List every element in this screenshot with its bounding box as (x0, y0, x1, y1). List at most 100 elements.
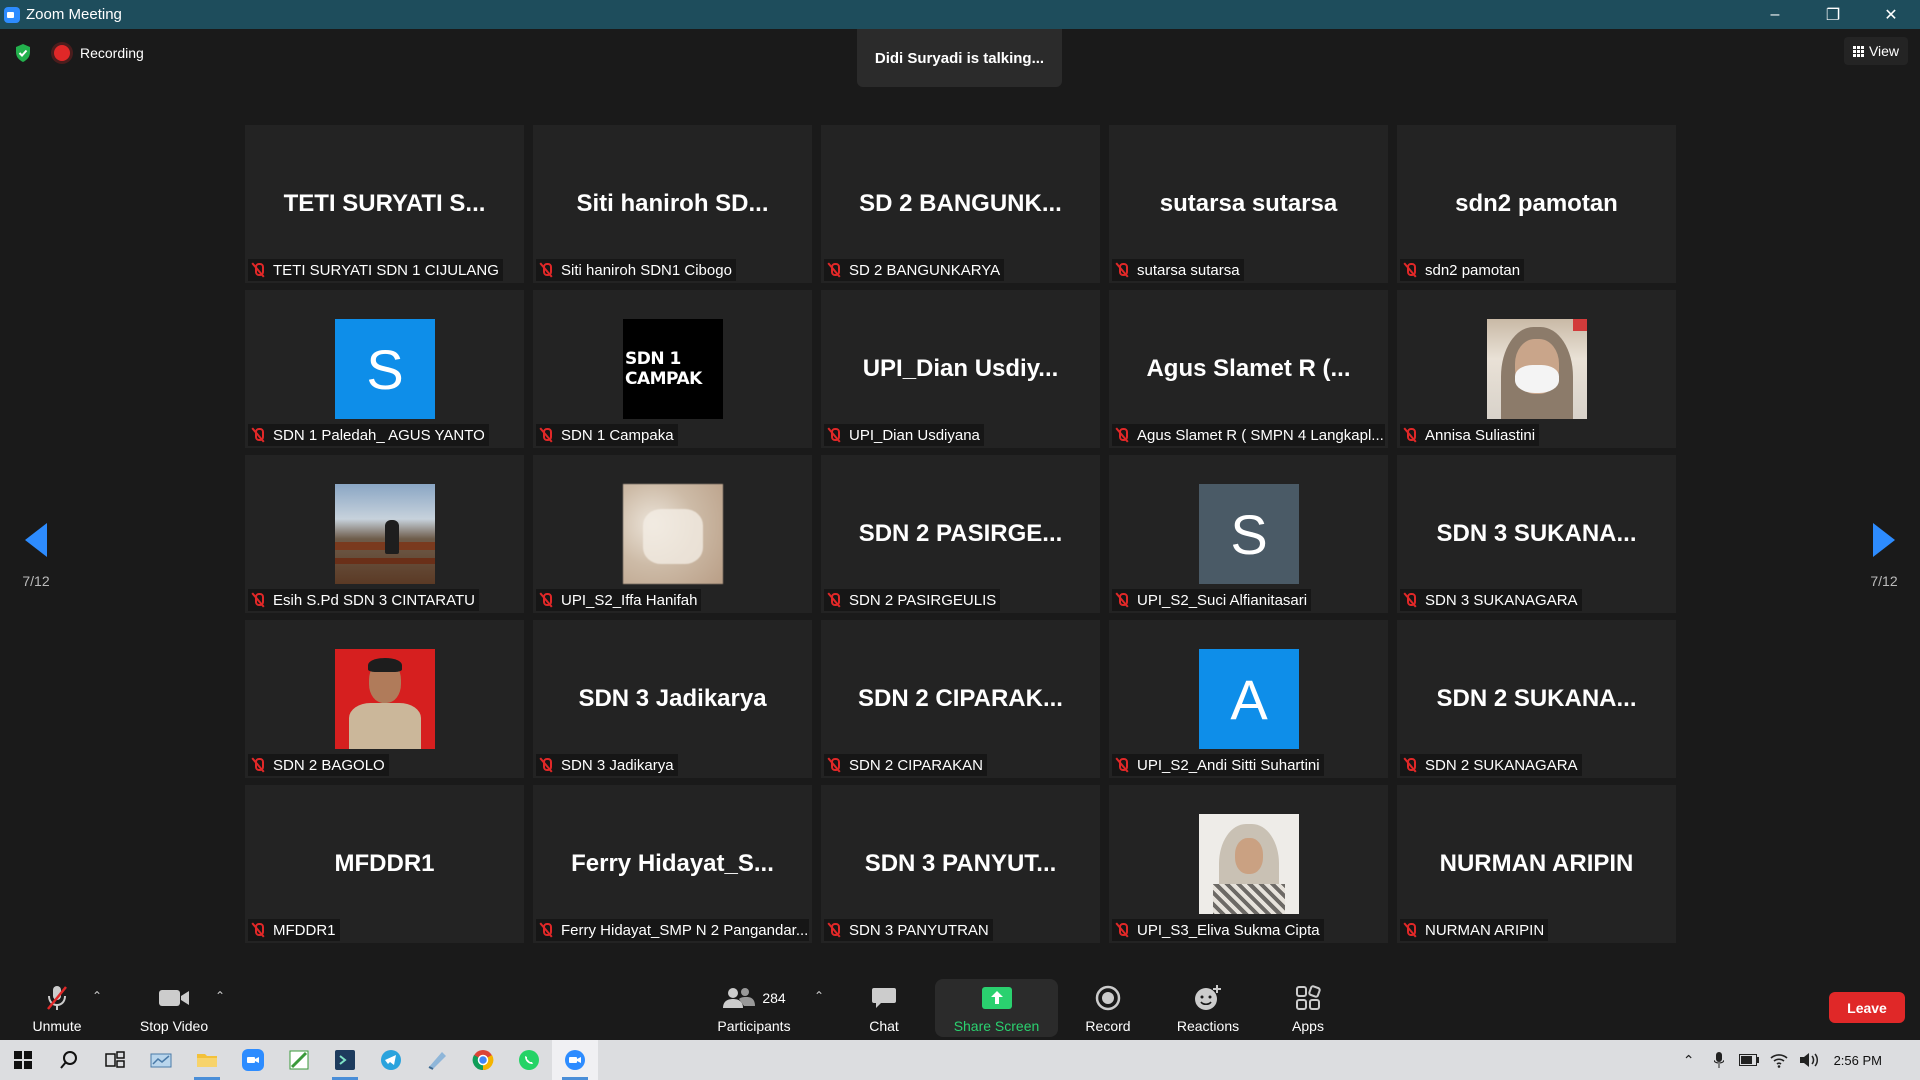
windows-start-icon[interactable] (0, 1040, 46, 1080)
chrome-icon[interactable] (460, 1040, 506, 1080)
telegram-icon[interactable] (368, 1040, 414, 1080)
battery-icon[interactable] (1734, 1054, 1764, 1066)
participant-name-label: SDN 2 PASIRGEULIS (824, 589, 1001, 611)
participants-count: 284 (762, 990, 786, 1006)
volume-icon[interactable] (1794, 1052, 1824, 1068)
window-controls: – ❐ ✕ (1746, 0, 1920, 29)
participant-tile[interactable]: sdn2 pamotan sdn2 pamotan (1397, 125, 1676, 283)
file-explorer-icon[interactable] (184, 1040, 230, 1080)
participant-name: Esih S.Pd SDN 3 CINTARATU (273, 591, 475, 609)
participant-tile[interactable]: S UPI_S2_Suci Alfianitasari (1109, 455, 1388, 613)
participant-tile[interactable]: SDN 2 BAGOLO (245, 620, 524, 778)
microphone-muted-icon (1403, 757, 1417, 773)
participant-tile[interactable]: Agus Slamet R (... Agus Slamet R ( SMPN 4… (1109, 290, 1388, 448)
weather-widget-icon[interactable] (138, 1040, 184, 1080)
participant-name: sdn2 pamotan (1425, 261, 1521, 279)
participant-tile[interactable]: NURMAN ARIPIN NURMAN ARIPIN (1397, 785, 1676, 943)
notepad-plus-icon[interactable] (276, 1040, 322, 1080)
share-screen-label: Share Screen (953, 1018, 1040, 1034)
taskbar-clock[interactable]: 2:56 PM (1834, 1053, 1882, 1068)
window-title: Zoom Meeting (26, 6, 122, 23)
participant-tile[interactable]: MFDDR1 MFDDR1 (245, 785, 524, 943)
next-page-button[interactable]: 7/12 (1854, 515, 1914, 625)
participant-tile[interactable]: Ferry Hidayat_S... Ferry Hidayat_SMP N 2 … (533, 785, 812, 943)
system-tray: ⌃ 2:56 PM (1674, 1040, 1920, 1080)
zoom-taskbar-icon[interactable] (230, 1040, 276, 1080)
record-button[interactable]: Record (1080, 975, 1136, 1040)
participant-tile[interactable]: SDN 2 CIPARAK... SDN 2 CIPARAKAN (821, 620, 1100, 778)
search-icon[interactable] (46, 1040, 92, 1080)
participants-options-caret-icon[interactable]: ⌃ (814, 989, 824, 1003)
tray-microphone-icon[interactable] (1704, 1052, 1734, 1068)
participant-name-label: sutarsa sutarsa (1112, 259, 1244, 281)
participant-tile[interactable]: UPI_S3_Eliva Sukma Cipta (1109, 785, 1388, 943)
apps-button[interactable]: Apps (1285, 975, 1331, 1040)
participant-tile[interactable]: SDN 3 Jadikarya SDN 3 Jadikarya (533, 620, 812, 778)
participant-tile[interactable]: SDN 2 PASIRGE... SDN 2 PASIRGEULIS (821, 455, 1100, 613)
minimize-icon[interactable]: – (1746, 0, 1804, 29)
encryption-shield-icon[interactable] (14, 43, 32, 63)
active-speaker-banner: Didi Suryadi is talking... (857, 29, 1062, 87)
meeting-toolbar: Unmute ⌃ Stop Video ⌃ 284 Participants ⌃… (0, 975, 1920, 1040)
wifi-icon[interactable] (1764, 1052, 1794, 1068)
participant-tile[interactable]: SDN 1 CAMPAK SDN 1 Campaka (533, 290, 812, 448)
participant-tile[interactable]: Esih S.Pd SDN 3 CINTARATU (245, 455, 524, 613)
participant-name-label: NURMAN ARIPIN (1400, 919, 1549, 941)
participant-name: UPI_S3_Eliva Sukma Cipta (1137, 921, 1320, 939)
video-options-caret-icon[interactable]: ⌃ (215, 989, 225, 1003)
microphone-muted-icon (44, 984, 70, 1012)
recording-label[interactable]: Recording (80, 45, 144, 61)
tray-overflow-chevron-icon[interactable]: ⌃ (1674, 1052, 1704, 1069)
participant-tile[interactable]: SDN 3 SUKANA... SDN 3 SUKANAGARA (1397, 455, 1676, 613)
task-view-icon[interactable] (92, 1040, 138, 1080)
participant-avatar-letter: S (1199, 484, 1299, 584)
participant-tile[interactable]: S SDN 1 Paledah_ AGUS YANTO (245, 290, 524, 448)
participant-tile[interactable]: Siti haniroh SD... Siti haniroh SDN1 Cibo… (533, 125, 812, 283)
unmute-button[interactable]: Unmute (27, 975, 87, 1040)
windows-taskbar: ⌃ 2:56 PM (0, 1040, 1920, 1080)
participant-tile[interactable]: UPI_S2_Iffa Hanifah (533, 455, 812, 613)
reactions-button[interactable]: Reactions (1172, 975, 1244, 1040)
participant-photo (1199, 814, 1299, 914)
participant-name-label: UPI_S2_Iffa Hanifah (536, 589, 702, 611)
zoom-meeting-taskbar-icon[interactable] (552, 1040, 598, 1080)
chat-label: Chat (869, 1018, 899, 1034)
participant-name-label: Esih S.Pd SDN 3 CINTARATU (248, 589, 479, 611)
participant-name: UPI_Dian Usdiyana (849, 426, 980, 444)
participant-name-label: sdn2 pamotan (1400, 259, 1525, 281)
title-bar: Zoom Meeting – ❐ ✕ (0, 0, 1920, 29)
participant-photo (623, 484, 723, 584)
participant-tile[interactable]: A UPI_S2_Andi Sitti Suhartini (1109, 620, 1388, 778)
participant-tile[interactable]: SDN 3 PANYUT... SDN 3 PANYUTRAN (821, 785, 1100, 943)
whatsapp-icon[interactable] (506, 1040, 552, 1080)
participants-button[interactable]: 284 Participants (710, 975, 798, 1040)
participant-tile[interactable]: SDN 2 SUKANA... SDN 2 SUKANAGARA (1397, 620, 1676, 778)
participant-tile[interactable]: SD 2 BANGUNK... SD 2 BANGUNKARYA (821, 125, 1100, 283)
microphone-muted-icon (251, 592, 265, 608)
participant-name-label: SDN 3 SUKANAGARA (1400, 589, 1582, 611)
participant-tile[interactable]: TETI SURYATI S... TETI SURYATI SDN 1 CIJU… (245, 125, 524, 283)
participant-name-label: UPI_S3_Eliva Sukma Cipta (1112, 919, 1324, 941)
notes-app-icon[interactable] (414, 1040, 460, 1080)
view-button[interactable]: View (1844, 37, 1908, 65)
audio-options-caret-icon[interactable]: ⌃ (92, 989, 102, 1003)
participant-name: UPI_S2_Andi Sitti Suhartini (1137, 756, 1320, 774)
participant-name: Annisa Suliastini (1425, 426, 1536, 444)
powershell-icon[interactable] (322, 1040, 368, 1080)
recording-dot-icon[interactable] (54, 45, 70, 61)
participant-tile[interactable]: UPI_Dian Usdiy... UPI_Dian Usdiyana (821, 290, 1100, 448)
previous-page-button[interactable]: 7/12 (6, 515, 66, 625)
stop-video-button[interactable]: Stop Video (134, 975, 214, 1040)
chat-button[interactable]: Chat (860, 975, 908, 1040)
leave-button[interactable]: Leave (1829, 992, 1905, 1023)
video-grid: TETI SURYATI S... TETI SURYATI SDN 1 CIJU… (245, 125, 1676, 943)
participant-tile[interactable]: Annisa Suliastini (1397, 290, 1676, 448)
share-screen-content[interactable]: Share Screen (935, 975, 1058, 1040)
close-icon[interactable]: ✕ (1862, 0, 1920, 29)
participants-label: Participants (717, 1018, 791, 1034)
meeting-status: Recording (14, 43, 144, 63)
participant-avatar-letter: S (335, 319, 435, 419)
restore-icon[interactable]: ❐ (1804, 0, 1862, 29)
participant-tile[interactable]: sutarsa sutarsa sutarsa sutarsa (1109, 125, 1388, 283)
participant-name-label: SDN 1 Campaka (536, 424, 678, 446)
